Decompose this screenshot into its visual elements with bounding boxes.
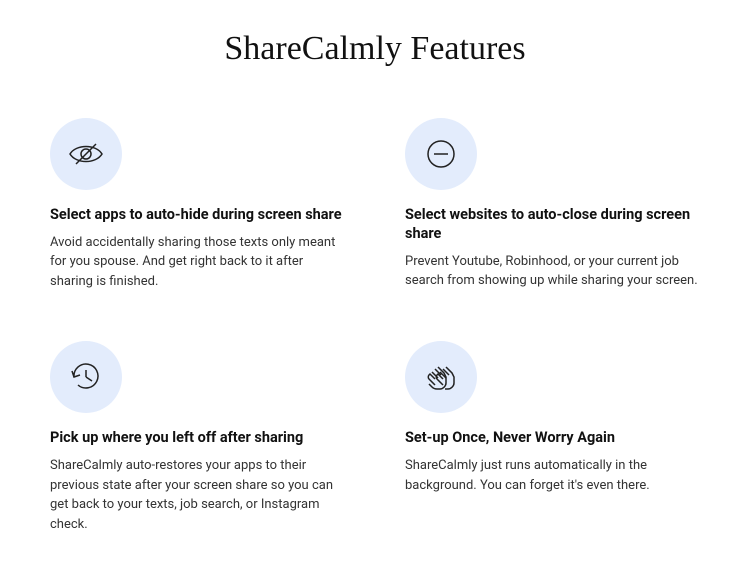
feature-restore: Pick up where you left off after sharing… [50,341,345,534]
features-grid: Select apps to auto-hide during screen s… [50,118,700,534]
feature-hide-apps: Select apps to auto-hide during screen s… [50,118,345,291]
minus-circle-icon [405,118,477,190]
feature-title: Select websites to auto-close during scr… [405,206,700,244]
feature-title: Set-up Once, Never Worry Again [405,429,700,448]
history-icon [50,341,122,413]
feature-desc: ShareCalmly just runs automatically in t… [405,456,700,495]
feature-setup-once: Set-up Once, Never Worry Again ShareCalm… [405,341,700,534]
feature-close-websites: Select websites to auto-close during scr… [405,118,700,291]
feature-title: Pick up where you left off after sharing [50,429,345,448]
feature-title: Select apps to auto-hide during screen s… [50,206,345,225]
feature-desc: ShareCalmly auto-restores your apps to t… [50,456,345,534]
clap-hands-icon [405,341,477,413]
eye-slash-icon [50,118,122,190]
page-title: ShareCalmly Features [50,30,700,68]
feature-desc: Prevent Youtube, Robinhood, or your curr… [405,252,700,291]
feature-desc: Avoid accidentally sharing those texts o… [50,233,345,292]
